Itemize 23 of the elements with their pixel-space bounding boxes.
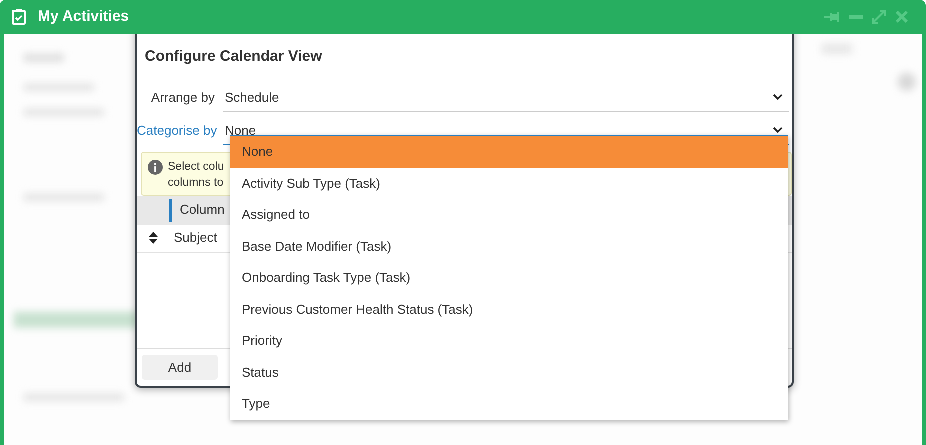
add-button[interactable]: Add [142,355,218,380]
table-cell-text: Subject [174,229,218,248]
column-header: Column [169,198,225,222]
dropdown-option[interactable]: Status [230,356,788,388]
dropdown-option[interactable]: Activity Sub Type (Task) [230,168,788,199]
window-title: My Activities [38,6,130,27]
select-field[interactable]: Schedule [223,88,789,112]
dropdown-option[interactable]: Assigned to [230,199,788,230]
sort-icon[interactable] [149,232,158,244]
chevron-down-icon [773,127,783,134]
info-icon [148,160,163,174]
dropdown-option[interactable]: Priority [230,325,788,356]
dropdown-option[interactable]: Onboarding Task Type (Task) [230,262,788,294]
field-label: Arrange by [150,89,216,107]
dropdown-option[interactable]: Type [230,388,788,420]
clipboard-check-icon [12,9,26,25]
dropdown-option[interactable]: None [230,136,788,168]
dialog-title: Configure Calendar View [144,47,324,67]
field-label: Categorise by [137,122,218,140]
dropdown-option[interactable]: Previous Customer Health Status (Task) [230,294,788,325]
chevron-down-icon [773,94,783,102]
info-text: Select colu columns to [168,160,224,188]
dropdown-option[interactable]: Base Date Modifier (Task) [230,230,788,262]
